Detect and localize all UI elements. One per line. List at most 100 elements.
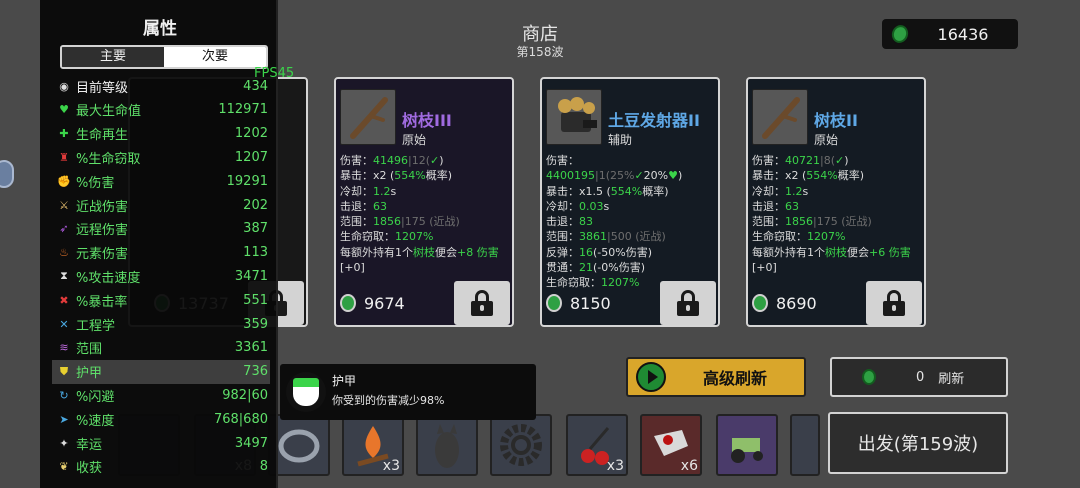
currency-display: 16436 bbox=[882, 19, 1018, 49]
branch-icon bbox=[752, 89, 808, 145]
refresh-cost: 0 bbox=[916, 369, 925, 385]
stat-row[interactable]: ➶ 远程伤害 387 bbox=[52, 217, 270, 241]
shop-card-branch-iii[interactable]: 树枝III 原始 伤害：41496|12(✓) 暴击：x2 (554%概率) 冷… bbox=[334, 77, 514, 327]
potato-launcher-icon bbox=[546, 89, 602, 145]
gem-icon bbox=[546, 294, 562, 312]
stat-row[interactable]: ❦ 收获 8 bbox=[52, 455, 270, 479]
melee-icon: ⚔ bbox=[59, 198, 69, 212]
inventory-slot[interactable] bbox=[716, 414, 778, 476]
shop-card-potato-launcher-ii[interactable]: 土豆发射器II 辅助 伤害：4400195|1(25%✓20%♥) 暴击：x1.… bbox=[540, 77, 720, 327]
stat-row[interactable]: ✊ %伤害 19291 bbox=[52, 169, 270, 193]
stat-value: 1207 bbox=[234, 149, 268, 165]
attack-speed-icon: ⧗ bbox=[60, 269, 68, 283]
speed-icon: ➤ bbox=[59, 412, 69, 426]
inventory-slot[interactable] bbox=[416, 414, 478, 476]
stat-name: 收获 bbox=[76, 461, 103, 477]
inventory-slot[interactable]: x3 bbox=[566, 414, 628, 476]
stat-name: %闪避 bbox=[76, 389, 115, 405]
stat-row[interactable]: ➤ %速度 768|680 bbox=[52, 407, 270, 431]
lock-button[interactable] bbox=[866, 281, 922, 325]
shop-card-branch-ii[interactable]: 树枝II 原始 伤害：40721|8(✓) 暴击：x2 (554%概率) 冷却：… bbox=[746, 77, 926, 327]
heart-icon: ♥ bbox=[59, 103, 69, 117]
stat-row[interactable]: ♜ %生命窃取 1207 bbox=[52, 145, 270, 169]
stat-value: 982|60 bbox=[222, 387, 268, 403]
range-icon: ≋ bbox=[59, 341, 69, 355]
gem-icon bbox=[862, 369, 876, 385]
stat-row[interactable]: ✚ 生命再生 1202 bbox=[52, 122, 270, 146]
dodge-icon: ↻ bbox=[59, 388, 69, 402]
gem-icon bbox=[752, 294, 768, 312]
depart-button[interactable]: 出发(第159波) bbox=[828, 412, 1008, 474]
stat-name: %伤害 bbox=[76, 175, 115, 191]
ring-icon bbox=[278, 429, 320, 463]
stat-value: 202 bbox=[243, 197, 268, 213]
stat-value: 8 bbox=[259, 459, 268, 475]
card-name: 土豆发射器II bbox=[608, 111, 700, 130]
card-name: 树枝III bbox=[402, 111, 452, 130]
harvest-icon: ❦ bbox=[59, 460, 69, 474]
stat-row[interactable]: ⚔ 近战伤害 202 bbox=[52, 193, 270, 217]
tooltip-title: 护甲 bbox=[332, 374, 357, 388]
damage-icon: ✊ bbox=[57, 174, 71, 188]
inventory-slot[interactable] bbox=[790, 414, 820, 476]
crit-icon: ✖ bbox=[59, 293, 69, 307]
stat-value: 3471 bbox=[234, 268, 268, 284]
card-price: 8690 bbox=[752, 283, 817, 323]
stat-name: 近战伤害 bbox=[76, 199, 129, 215]
stat-name: 工程学 bbox=[76, 318, 116, 334]
tab-secondary[interactable]: 次要 bbox=[164, 47, 266, 67]
stat-value: 768|680 bbox=[213, 411, 268, 427]
lock-button[interactable] bbox=[454, 281, 510, 325]
stat-name: %攻击速度 bbox=[76, 270, 141, 286]
lock-button[interactable] bbox=[660, 281, 716, 325]
card-type: 原始 bbox=[814, 133, 839, 147]
stat-row[interactable]: ⧗ %攻击速度 3471 bbox=[52, 264, 270, 288]
armor-tooltip: 护甲 你受到的伤害减少98% bbox=[280, 364, 536, 420]
stat-value: 113 bbox=[243, 245, 268, 261]
panel-title: 属性 bbox=[143, 19, 177, 39]
luck-icon: ✦ bbox=[59, 436, 69, 450]
stat-name: %暴击率 bbox=[76, 294, 128, 310]
stat-name: 元素伤害 bbox=[76, 247, 129, 263]
stat-row[interactable]: ✕ 工程学 359 bbox=[52, 312, 270, 336]
card-stats: 伤害：40721|8(✓) 暴击：x2 (554%概率) 冷却：1.2s 击退：… bbox=[752, 154, 911, 275]
stat-row[interactable]: ✦ 幸运 3497 bbox=[52, 431, 270, 455]
gem-icon bbox=[340, 294, 356, 312]
armor-icon bbox=[286, 372, 326, 412]
ranged-icon: ➶ bbox=[59, 222, 69, 236]
inventory-slot[interactable]: x3 bbox=[342, 414, 404, 476]
lock-icon bbox=[677, 290, 699, 316]
tractor-icon bbox=[731, 438, 763, 463]
stat-row[interactable]: ✖ %暴击率 551 bbox=[52, 288, 270, 312]
inventory-slot[interactable] bbox=[490, 414, 552, 476]
stat-value: 736 bbox=[243, 364, 268, 380]
stat-name: 幸运 bbox=[76, 437, 103, 453]
stat-row[interactable]: ♨ 元素伤害 113 bbox=[52, 241, 270, 265]
stat-name: 最大生命值 bbox=[76, 104, 142, 120]
stat-row[interactable]: ⛊ 护甲 736 bbox=[52, 359, 270, 384]
card-price: 8150 bbox=[546, 283, 611, 323]
stat-name: %生命窃取 bbox=[76, 151, 141, 167]
refresh-label: 刷新 bbox=[938, 371, 965, 387]
play-icon bbox=[636, 362, 666, 392]
stat-row[interactable]: ◉ 目前等级 434 bbox=[52, 74, 270, 98]
wave-number: 第158波 bbox=[516, 45, 564, 59]
stat-name: 护甲 bbox=[76, 366, 103, 382]
side-bubble-icon[interactable] bbox=[0, 160, 14, 188]
cat-icon bbox=[435, 424, 459, 468]
armor-icon: ⛊ bbox=[59, 364, 69, 378]
lock-icon bbox=[883, 290, 905, 316]
branch-icon bbox=[340, 89, 396, 145]
advanced-refresh-button[interactable]: 高级刷新 bbox=[626, 357, 806, 397]
card-stats: 伤害：4400195|1(25%✓20%♥) 暴击：x1.5 (554%概率) … bbox=[546, 154, 683, 290]
tab-primary[interactable]: 主要 bbox=[62, 47, 164, 67]
stat-row[interactable]: ≋ 范围 3361 bbox=[52, 336, 270, 360]
stat-value: 3361 bbox=[234, 340, 268, 356]
inventory-slot[interactable]: x6 bbox=[640, 414, 702, 476]
level-icon: ◉ bbox=[59, 79, 69, 93]
stat-name: %速度 bbox=[76, 413, 115, 429]
lifesteal-icon: ♜ bbox=[59, 150, 69, 164]
stat-row[interactable]: ↻ %闪避 982|60 bbox=[52, 383, 270, 407]
refresh-button[interactable]: 0 刷新 bbox=[830, 357, 1008, 397]
stat-row[interactable]: ♥ 最大生命值 112971 bbox=[52, 98, 270, 122]
